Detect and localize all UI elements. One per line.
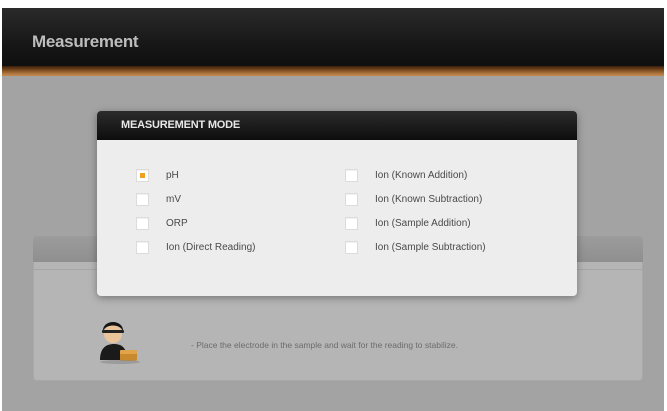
option-ion-sample-subtraction-label: Ion (Sample Subtraction) <box>375 241 486 253</box>
checkbox-ph[interactable] <box>136 168 149 182</box>
option-ion-sample-subtraction[interactable]: Ion (Sample Subtraction) <box>345 239 486 255</box>
option-ion-known-subtraction[interactable]: Ion (Known Subtraction) <box>345 191 482 207</box>
measurement-mode-dialog: MEASUREMENT MODE pH mV ORP Ion (Direct R… <box>97 111 577 296</box>
option-ph-label: pH <box>166 169 179 181</box>
checkbox-ion-direct-reading[interactable] <box>136 240 149 254</box>
screen: Measurement - Place the electrode in the… <box>0 0 667 411</box>
operator-icon <box>94 314 146 366</box>
option-ion-known-addition-label: Ion (Known Addition) <box>375 169 468 181</box>
option-ion-known-addition[interactable]: Ion (Known Addition) <box>345 167 467 183</box>
dialog-title: MEASUREMENT MODE <box>121 119 241 131</box>
checkbox-ion-sample-addition[interactable] <box>345 216 358 230</box>
checkbox-ion-known-subtraction[interactable] <box>345 192 358 206</box>
app-header: Measurement <box>2 8 664 66</box>
option-mv[interactable]: mV <box>136 191 181 207</box>
option-mv-label: mV <box>166 193 181 205</box>
option-ion-direct-reading-label: Ion (Direct Reading) <box>166 241 256 253</box>
option-orp[interactable]: ORP <box>136 215 188 231</box>
option-orp-label: ORP <box>166 217 188 229</box>
checkbox-ion-known-addition[interactable] <box>345 168 358 182</box>
checkbox-ion-sample-subtraction[interactable] <box>345 240 358 254</box>
dialog-header: MEASUREMENT MODE <box>97 111 577 140</box>
option-ion-direct-reading[interactable]: Ion (Direct Reading) <box>136 239 255 255</box>
option-ion-known-subtraction-label: Ion (Known Subtraction) <box>375 193 483 205</box>
app-title: Measurement <box>32 32 139 51</box>
checkbox-orp[interactable] <box>136 216 149 230</box>
option-ion-sample-addition-label: Ion (Sample Addition) <box>375 217 471 229</box>
checkbox-mv[interactable] <box>136 192 149 206</box>
option-ion-sample-addition[interactable]: Ion (Sample Addition) <box>345 215 471 231</box>
header-accent-stripe <box>2 66 664 76</box>
instruction-text: - Place the electrode in the sample and … <box>191 340 458 350</box>
option-ph[interactable]: pH <box>136 167 179 183</box>
